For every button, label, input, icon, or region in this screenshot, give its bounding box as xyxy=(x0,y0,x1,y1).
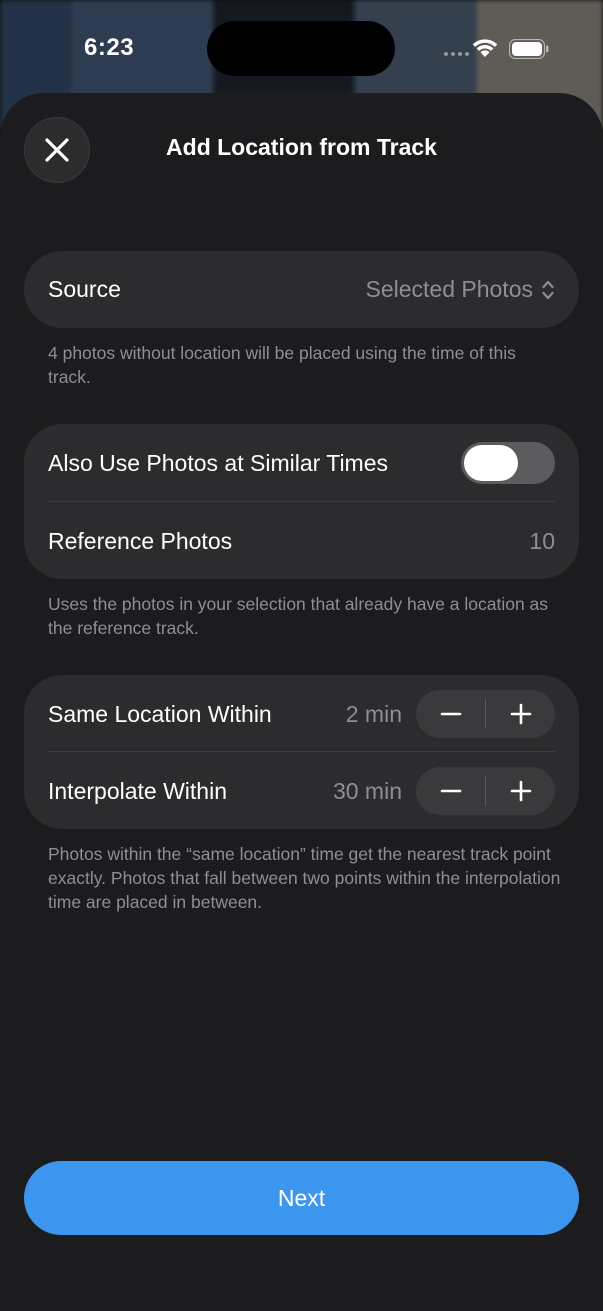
plus-icon xyxy=(510,780,531,802)
toggle-knob xyxy=(464,445,518,481)
same-location-row: Same Location Within 2 min xyxy=(24,675,579,753)
sheet-title: Add Location from Track xyxy=(166,134,437,160)
next-button[interactable]: Next xyxy=(24,1161,579,1235)
interpolate-label: Interpolate Within xyxy=(48,777,227,804)
timing-card: Same Location Within 2 min Interpolate W… xyxy=(24,675,579,829)
plus-icon xyxy=(510,703,531,725)
similar-times-toggle[interactable] xyxy=(461,442,555,484)
similar-times-label: Also Use Photos at Similar Times xyxy=(48,449,389,476)
same-location-label: Same Location Within xyxy=(48,700,272,727)
dynamic-island xyxy=(207,21,395,76)
cellular-signal-icon xyxy=(444,52,469,56)
chevron-up-down-icon xyxy=(542,280,554,299)
battery-icon xyxy=(509,39,549,59)
status-bar: 6:23 xyxy=(0,0,603,95)
reference-photos-count: 10 xyxy=(529,527,555,554)
source-value: Selected Photos xyxy=(365,276,533,302)
reference-card: Also Use Photos at Similar Times Referen… xyxy=(24,424,579,579)
same-location-decrement-button[interactable] xyxy=(416,690,485,738)
same-location-stepper[interactable] xyxy=(416,690,555,738)
interpolate-decrement-button[interactable] xyxy=(416,767,485,815)
reference-footnote: Uses the photos in your selection that a… xyxy=(48,594,549,638)
interpolate-value: 30 min xyxy=(332,777,402,804)
wifi-icon xyxy=(472,39,498,57)
reference-photos-row[interactable]: Reference Photos 10 xyxy=(24,502,579,580)
source-footnote: 4 photos without location will be placed… xyxy=(48,343,516,387)
reference-photos-label: Reference Photos xyxy=(48,527,233,554)
timing-footnote: Photos within the “same location” time g… xyxy=(48,844,561,912)
status-time: 6:23 xyxy=(84,34,135,61)
source-label: Source xyxy=(48,276,121,302)
minus-icon xyxy=(440,789,461,793)
same-location-value: 2 min xyxy=(345,700,402,727)
interpolate-stepper[interactable] xyxy=(416,767,555,815)
interpolate-row: Interpolate Within 30 min xyxy=(24,752,579,830)
similar-times-row: Also Use Photos at Similar Times xyxy=(24,424,579,502)
minus-icon xyxy=(440,712,461,716)
source-row[interactable]: Source Selected Photos xyxy=(24,251,579,328)
same-location-increment-button[interactable] xyxy=(486,690,555,738)
interpolate-increment-button[interactable] xyxy=(486,767,555,815)
source-card: Source Selected Photos xyxy=(24,251,579,328)
